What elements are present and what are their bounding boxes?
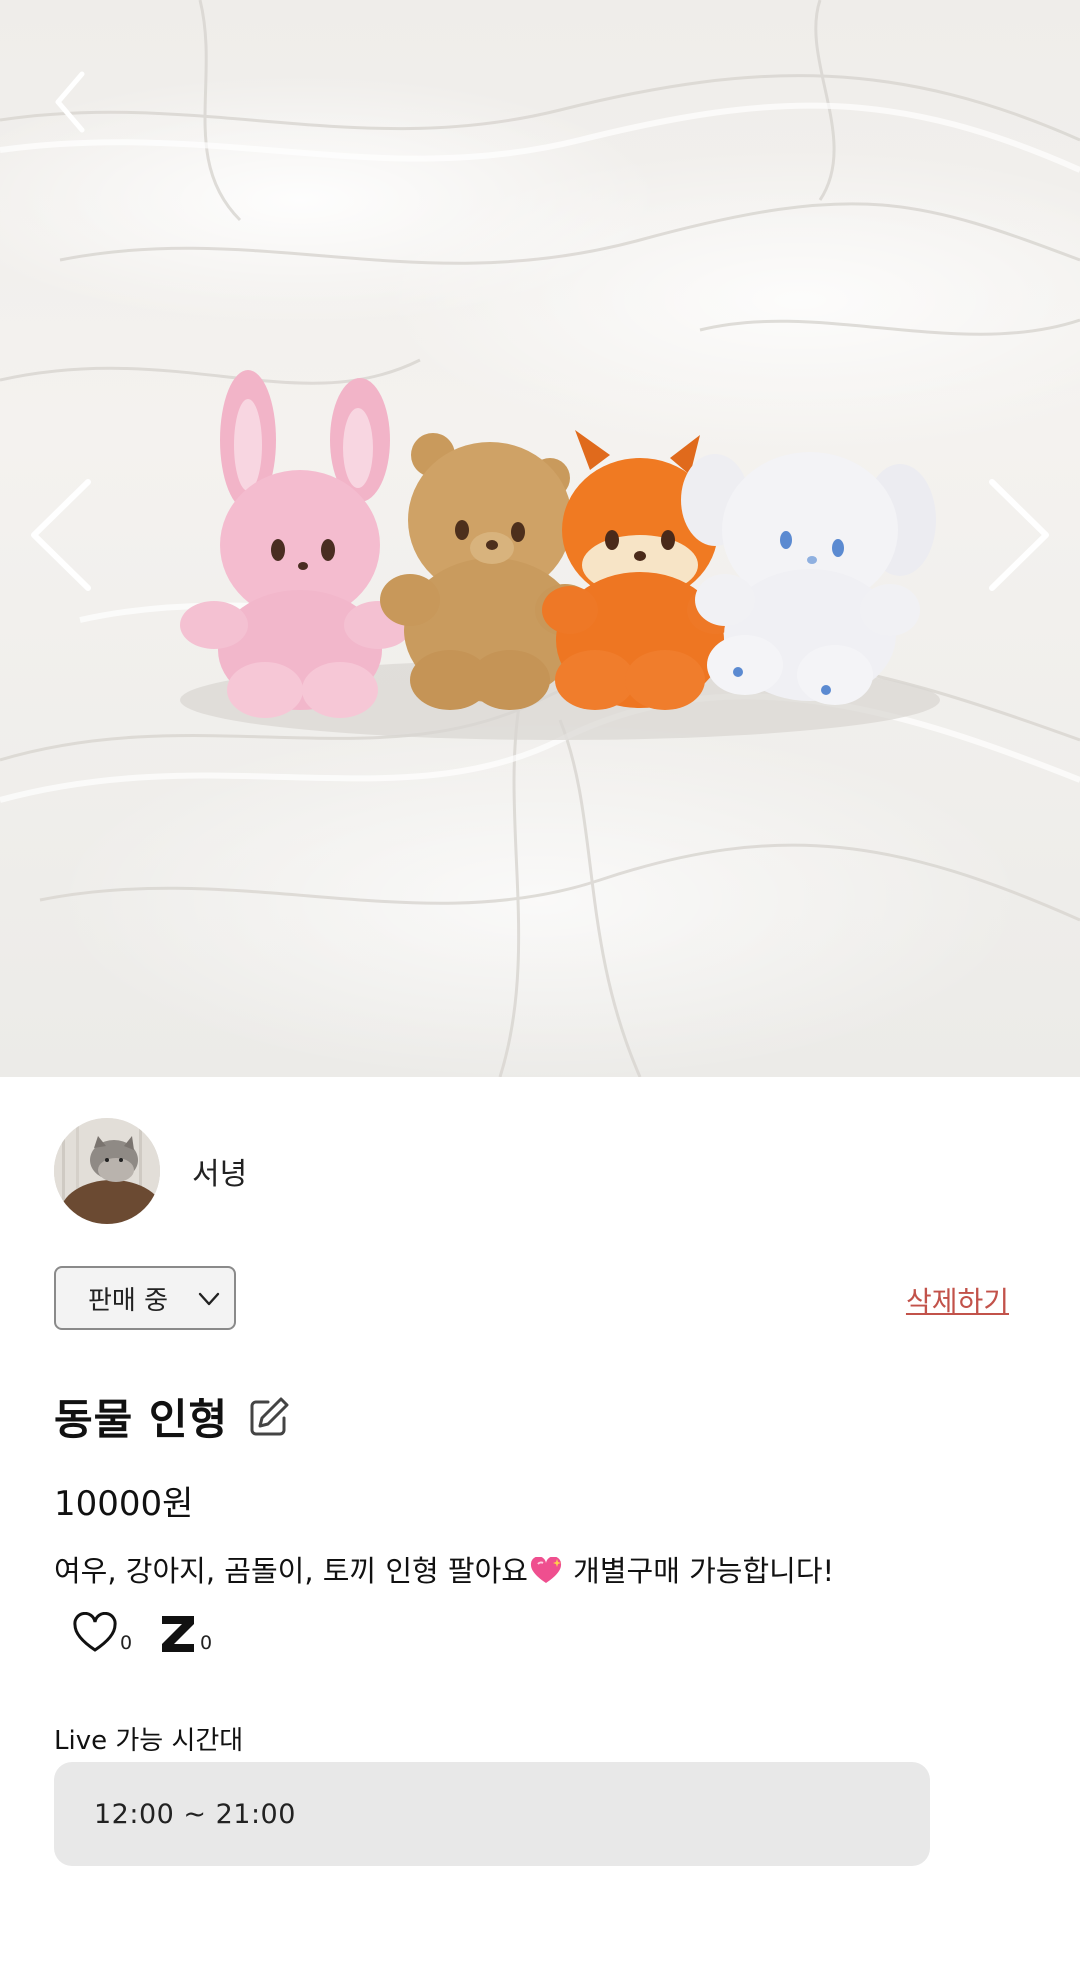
chevron-left-icon <box>55 71 85 133</box>
bedsheet-illustration <box>0 0 1080 1077</box>
product-price: 10000원 <box>54 1484 194 1524</box>
like-count: 0 <box>120 1632 133 1654</box>
back-button[interactable] <box>48 62 98 142</box>
product-description: 여우, 강아지, 곰돌이, 토끼 인형 팔아요 개별구매 가능합니다! <box>54 1548 834 1590</box>
chevron-left-icon <box>31 479 91 591</box>
live-time-value: 12:00 ~ 21:00 <box>94 1798 296 1830</box>
seller-info[interactable]: 서녕 <box>54 1118 247 1224</box>
chevron-down-icon <box>198 1292 220 1306</box>
z-count: 0 <box>200 1632 213 1654</box>
heart-icon <box>73 1612 117 1652</box>
chevron-right-icon <box>989 479 1049 591</box>
z-button[interactable]: 0 <box>158 1612 212 1654</box>
product-title: 동물 인형 <box>54 1395 229 1444</box>
previous-image-button[interactable] <box>24 470 104 600</box>
next-image-button[interactable] <box>976 470 1056 600</box>
sale-status-value: 판매 중 <box>88 1285 169 1316</box>
description-text-end: 개별구매 가능합니다! <box>563 1554 835 1588</box>
cat-avatar-illustration <box>54 1118 160 1224</box>
product-title-row: 동물 인형 <box>54 1386 292 1447</box>
seller-name: 서녕 <box>192 1157 248 1192</box>
product-photo <box>0 0 1080 1077</box>
sale-status-dropdown[interactable]: 판매 중 <box>54 1266 236 1330</box>
avatar[interactable] <box>54 1118 160 1224</box>
pencil-icon[interactable] <box>246 1394 292 1440</box>
sparkling-heart-icon <box>530 1557 561 1583</box>
z-icon <box>162 1616 194 1652</box>
pink-bunny-toy <box>180 370 412 718</box>
white-puppy-toy <box>681 452 936 705</box>
description-text-start: 여우, 강아지, 곰돌이, 토끼 인형 팔아요 <box>54 1554 528 1588</box>
live-time-label: Live 가능 시간대 <box>54 1726 244 1756</box>
like-button[interactable]: 0 <box>72 1612 132 1654</box>
delete-link[interactable]: 삭제하기 <box>906 1280 1009 1320</box>
live-time-box: 12:00 ~ 21:00 <box>54 1762 930 1866</box>
